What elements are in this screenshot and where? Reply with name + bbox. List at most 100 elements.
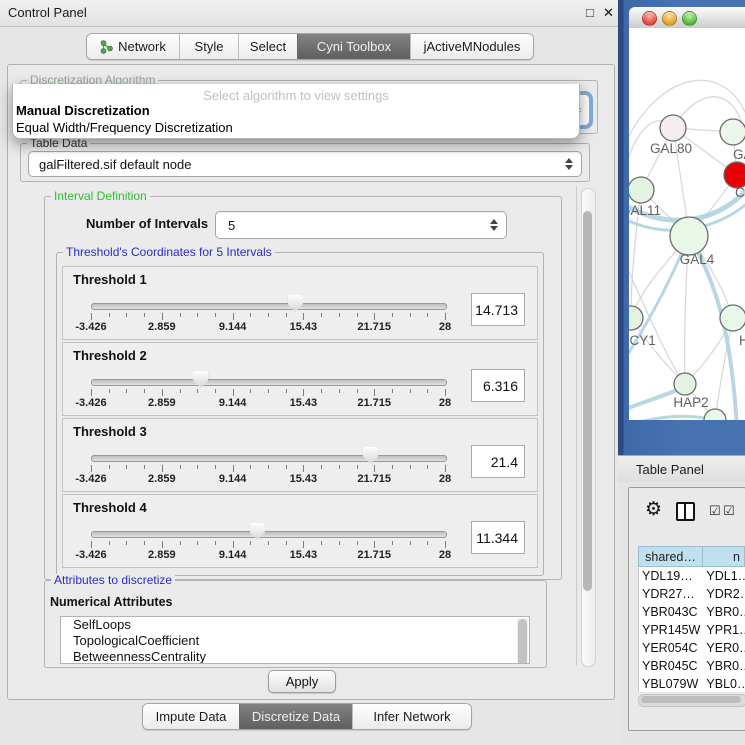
slider-tick [339,313,340,317]
network-window-titlebar[interactable] [629,7,745,29]
combo-arrows-icon [561,158,577,170]
attributes-list-scrollbar-thumb[interactable] [518,619,527,664]
slider-tick [410,541,411,545]
threshold-value-field[interactable]: 21.4 [471,445,525,478]
threshold-panel: Threshold 2-3.4262.8599.14415.4321.71528… [62,342,538,416]
close-panel-icon[interactable]: ✕ [603,5,614,21]
checked-checkbox-icon[interactable]: ☑ [723,504,735,517]
slider-tick [357,313,358,317]
numerical-attributes-list[interactable]: SelfLoopsTopologicalCoefficientBetweenne… [60,616,530,664]
table-cell: YBR0… [703,659,745,673]
close-button[interactable] [642,11,657,26]
GAL11-node[interactable] [629,177,654,203]
threshold-value-field[interactable]: 6.316 [471,369,525,402]
table-row[interactable]: YBR045CYBR0… [639,657,745,675]
zoom-button[interactable] [682,11,697,26]
GCY1-node[interactable] [629,306,643,330]
number-of-intervals-combobox[interactable]: 5 [215,211,507,239]
attribute-list-item[interactable]: TopologicalCoefficient [61,633,529,649]
attribute-list-item[interactable]: BetweennessCentrality [61,649,529,664]
slider-tick [357,389,358,393]
slider-tick [392,389,393,393]
slider-scale-label: 2.859 [148,549,176,561]
tab-cyni-toolbox[interactable]: Cyni Toolbox [297,34,410,59]
slider-tick [392,541,393,545]
slider-tick [286,389,287,393]
node-table-container: ⚙ ☑ ☑ shared…n YDL19…YDL1…YDR27…YDR2…YBR… [628,487,745,731]
threshold-slider-track[interactable] [91,455,447,462]
table-row[interactable]: YBR043CYBR0… [639,603,745,621]
tab-impute-data[interactable]: Impute Data [143,704,239,729]
slider-tick [180,465,181,469]
node-label: GAL11 [629,203,661,218]
apply-button[interactable]: Apply [268,670,336,693]
slider-tick [197,389,198,393]
vertical-scrollbar-thumb[interactable] [583,211,592,591]
tab-network[interactable]: Network [87,34,179,59]
attribute-list-item[interactable]: SelfLoops [61,617,529,633]
threshold-slider-track[interactable] [91,379,447,386]
slider-tick [321,389,322,393]
table-rows: YDL19…YDL1…YDR27…YDR2…YBR043CYBR0…YPR145… [638,567,745,692]
slider-scale-label: 15.43 [290,473,318,485]
threshold-slider-track[interactable] [91,303,447,310]
tab-label: Impute Data [156,709,227,724]
threshold-value-field[interactable]: 14.713 [471,293,525,326]
GAL4-node[interactable] [670,217,708,255]
slider-tick [427,313,428,317]
table-cell: YER054C [639,641,703,655]
split-column-icon[interactable] [676,502,695,521]
slider-tick [392,313,393,317]
slider-tick [357,465,358,469]
horizontal-scrollbar[interactable] [638,694,745,707]
slider-tick [321,465,322,469]
tab-discretize-data[interactable]: Discretize Data [239,704,352,729]
minimize-button[interactable] [662,11,677,26]
slider-tick [268,465,269,469]
attributes-list-scrollbar[interactable] [517,618,528,662]
table-row[interactable]: YDL19…YDL1… [639,567,745,585]
table-row[interactable]: YBL079WYBL0… [639,675,745,692]
slider-scale-label: 21.715 [357,549,391,561]
column-header[interactable]: shared… [638,546,703,567]
checked-checkbox-icon[interactable]: ☑ [709,504,721,517]
table-row[interactable]: YER054CYER0… [639,639,745,657]
algorithm-option[interactable]: Equal Width/Frequency Discretization [16,120,233,135]
threshold-label: Threshold 2 [73,348,147,363]
slider-tick [126,313,127,317]
tab-style[interactable]: Style [179,34,238,59]
table-cell: YBL079W [639,677,703,691]
vertical-scrollbar[interactable] [581,188,596,667]
HAP2-node[interactable] [674,373,696,395]
number-of-intervals-label: Number of Intervals [86,216,208,231]
table-cell: YDR27… [639,587,703,601]
GAL80-node[interactable] [660,115,686,141]
gear-icon[interactable]: ⚙ [645,500,662,519]
slider-tick [162,313,163,320]
horizontal-scrollbar-thumb[interactable] [641,696,741,703]
slider-tick [126,541,127,545]
table-cell: YDR2… [703,587,745,601]
node-label: HAP2 [673,395,708,410]
slider-tick [144,465,145,469]
table-row[interactable]: YPR145WYPR1… [639,621,745,639]
algorithm-option[interactable]: Manual Discretization [16,103,150,118]
tab-infer-network[interactable]: Infer Network [352,704,471,729]
tab-jactivemnodules[interactable]: jActiveMNodules [410,34,533,59]
slider-tick [303,541,304,548]
threshold-value-field[interactable]: 11.344 [471,521,525,554]
table-row[interactable]: YDR27…YDR2… [639,585,745,603]
network-icon [100,40,113,54]
threshold-slider-track[interactable] [91,531,447,538]
control-panel-titlebar: Control Panel □ ✕ [0,0,618,27]
float-window-icon[interactable]: □ [586,5,594,20]
column-header[interactable]: n [703,546,745,567]
tab-select[interactable]: Select [238,34,297,59]
threshold-panel: Threshold 1-3.4262.8599.14415.4321.71528… [62,266,538,340]
cyni-bottom-tab-bar: Impute Data Discretize DataInfer Network [142,703,472,730]
H-node[interactable] [720,305,745,331]
network-view-canvas[interactable]: GAL80GACGAL11GAL4GCY1HHAP2 [629,28,745,420]
node-label: GAL80 [650,141,692,156]
table-data-combobox[interactable]: galFiltered.sif default node [28,151,582,177]
clipped-node-top-right[interactable] [720,119,745,145]
